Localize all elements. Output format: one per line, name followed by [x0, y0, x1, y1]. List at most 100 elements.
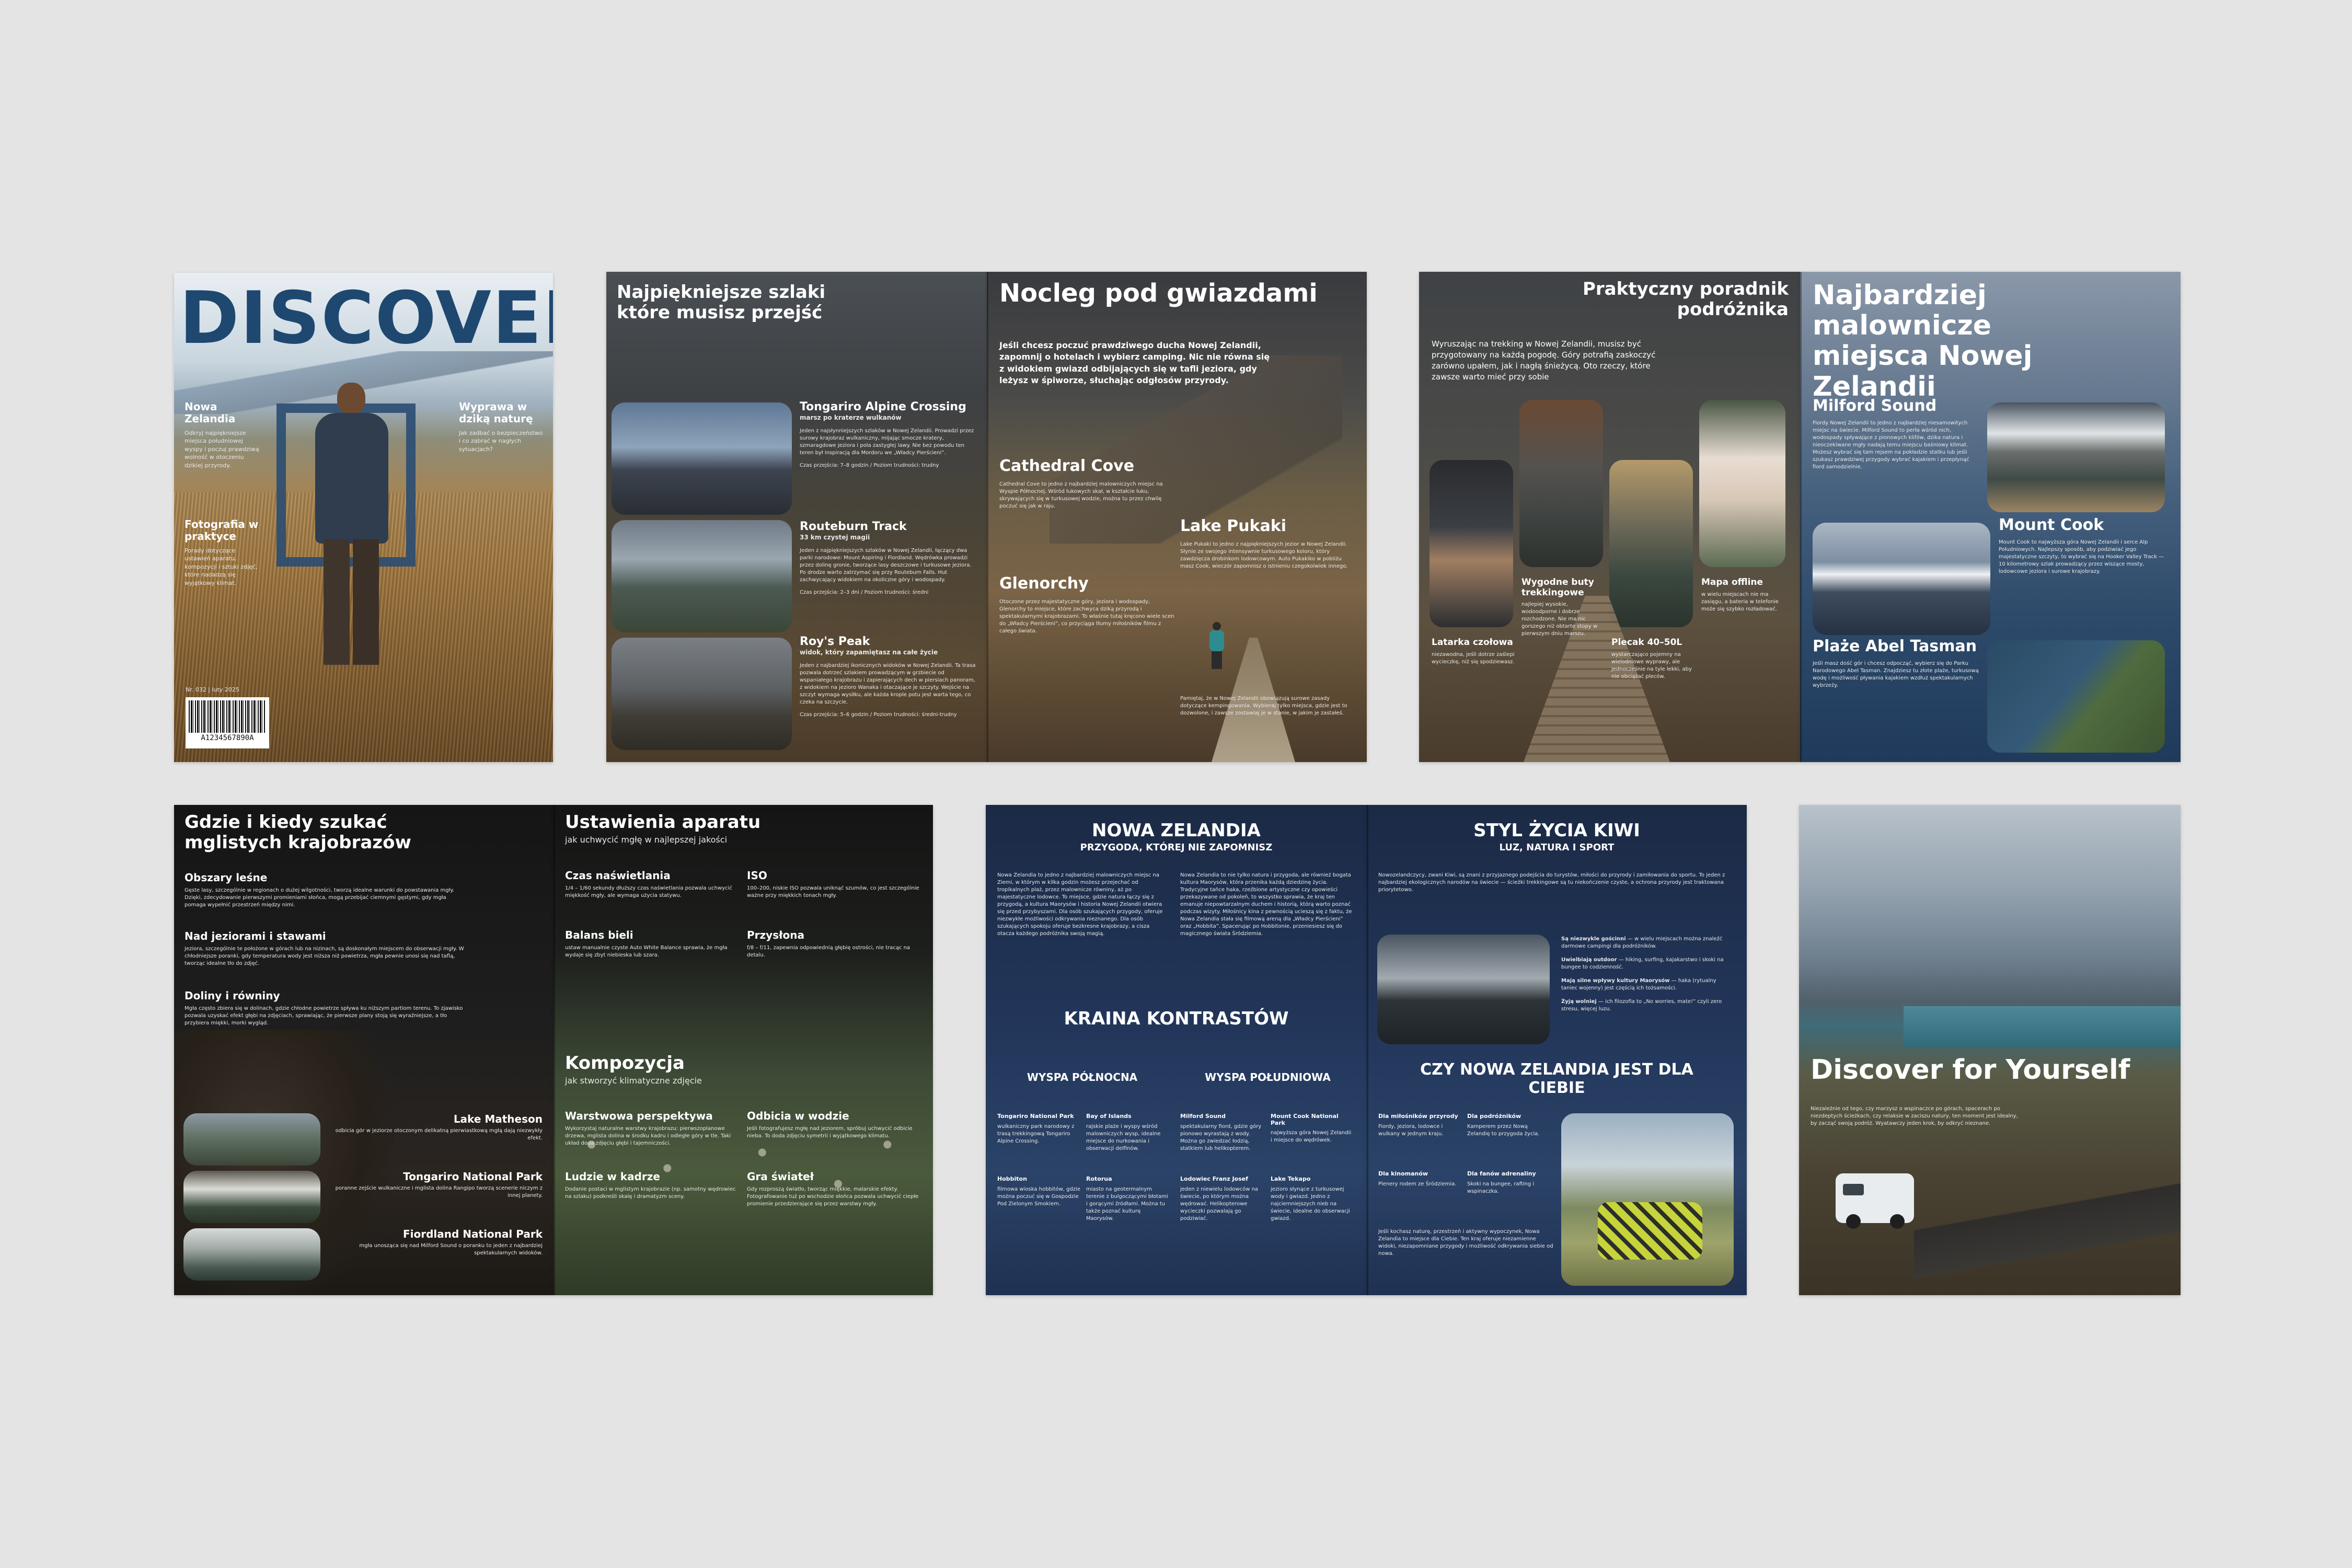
lake-pukaki-text: Lake Pukaki to jedno z najpiękniejszych …: [1180, 541, 1348, 569]
kiwi-bullets: Są niezwykle gościnni — w wielu miejscac…: [1561, 936, 1734, 1013]
back-cover-title: Discover for Yourself: [1811, 1054, 2130, 1086]
nz-title: NOWA ZELANDIA: [1092, 820, 1261, 841]
kiwi-van-photo: [1561, 1113, 1734, 1286]
abel-tasman-heading: Plaże Abel Tasman: [1813, 637, 1977, 655]
trails-title: Najpiękniejsze szlaki które musisz przej…: [617, 282, 826, 324]
trail-3-sub: widok, który zapamiętasz na całe życie: [800, 649, 938, 656]
mist-sec-1-heading: Obszary leśne: [185, 871, 268, 884]
cover-hiker: [305, 383, 399, 675]
nz-col2: Nowa Zelandia to nie tylko natura i przy…: [1180, 872, 1352, 937]
south-2-text: najwyższa góra Nowej Zelandii i miejsce …: [1271, 1130, 1352, 1144]
kiwi-q3-heading: Dla kinomanów: [1378, 1170, 1428, 1177]
south-1-text: spektakularny fiord, gdzie góry pionowo …: [1180, 1123, 1262, 1151]
mist-photo-matheson: [183, 1113, 320, 1166]
mist-sec-3-text: Mgła często zbiera się w dolinach, gdzie…: [185, 1006, 463, 1026]
guide-photo-headlamp: [1429, 460, 1513, 627]
stars-hiker: [1206, 622, 1227, 669]
cover-right-heading: Wyprawa w dziką naturę: [459, 400, 533, 425]
mist-photo-tongariro: [183, 1171, 320, 1223]
mist-photo-fiordland: [183, 1228, 320, 1281]
cathedral-cove-text: Cathedral Cove to jedno z najbardziej ma…: [999, 481, 1163, 509]
cover-left2-text: Porady dotyczące ustawień aparatu, kompo…: [185, 547, 258, 586]
cover-title: DISCOVER: [179, 276, 553, 360]
trail-2-meta: Czas przejścia: 2–3 dni / Poziom trudnoś…: [800, 590, 929, 596]
mist-sec-3-heading: Doliny i równiny: [185, 989, 280, 1002]
comp-item-1-text: Wykorzystaj naturalne warstwy krajobrazu…: [565, 1126, 731, 1146]
kiwi-intro: Nowozelandczycy, zwani Kiwi, są znani z …: [1378, 872, 1725, 893]
nz-col1: Nowa Zelandia to jedno z najbardziej mal…: [997, 872, 1163, 937]
mist-place-1-text: odbicia gór w jeziorze otoczonym delikat…: [335, 1128, 543, 1141]
cover-barcode-number: A1234567890A: [201, 734, 254, 742]
kiwi-question-title: CZY NOWA ZELANDIA JEST DLA CIEBIE: [1420, 1060, 1693, 1097]
guide-item-1-heading: Latarka czołowa: [1432, 637, 1513, 648]
kiwi-b2-heading: Uwielbiają outdoor: [1561, 957, 1617, 963]
mount-cook-photo: [1813, 523, 1990, 635]
comp-item-1-heading: Warstwowa perspektywa: [565, 1110, 713, 1122]
north-island-heading: WYSPA PÓŁNOCNA: [1027, 1071, 1138, 1083]
south-3-text: jeden z niewielu lodowców na świecie, po…: [1180, 1186, 1259, 1221]
north-3-heading: Hobbiton: [997, 1175, 1027, 1182]
trail-1-body: Jeden z najsłynniejszych szlaków w Nowej…: [800, 428, 974, 456]
comp-item-4-heading: Gra świateł: [747, 1170, 814, 1183]
camera-item-3-text: ustaw manualnie czyste Auto White Balanc…: [565, 945, 728, 958]
mount-cook-text: Mount Cook to najwyższa góra Nowej Zelan…: [1999, 539, 2164, 574]
back-cover-road: [1914, 1181, 2181, 1295]
mist-sec-1-text: Gęste lasy, szczególnie w regionach o du…: [185, 887, 455, 908]
cover-right-text: Jak zadbać o bezpieczeństwo i co zabrać …: [459, 430, 543, 453]
campervan-icon: [1836, 1173, 1914, 1229]
trail-photo-1: [612, 402, 792, 515]
cathedral-cove-heading: Cathedral Cove: [999, 457, 1135, 475]
milford-text: Fiordy Nowej Zelandii to jedno z najbard…: [1813, 420, 1969, 470]
camera-item-2-heading: ISO: [747, 869, 767, 882]
camera-item-1-heading: Czas naświetlania: [565, 869, 671, 882]
guide-item-1-text: niezawodna, jeśli dotrze zaślepi wyciecz…: [1432, 651, 1515, 665]
mist-sec-2-text: Jeziora, szczególnie te położone w górac…: [185, 946, 464, 966]
kiwi-q1-heading: Dla miłośników przyrody: [1378, 1113, 1458, 1120]
stars-title: Nocleg pod gwiazdami: [999, 279, 1318, 308]
guide-item-3-heading: Plecak 40–50L: [1611, 637, 1682, 648]
north-3-text: filmowa wioska hobbitów, gdzie można poc…: [997, 1186, 1081, 1207]
camera-item-4-text: f/8 – f/11, zapewnia odpowiednią głębię …: [747, 945, 910, 958]
trail-photo-2: [612, 520, 792, 632]
mist-place-1-heading: Lake Matheson: [453, 1113, 543, 1125]
mount-cook-heading: Mount Cook: [1999, 516, 2104, 534]
guide-intro: Wyruszając na trekking w Nowej Zelandii,…: [1432, 339, 1656, 382]
north-4-text: miasto na geotermalnym terenie z bulgocz…: [1086, 1186, 1168, 1221]
milford-photo: [1987, 402, 2165, 512]
glenorchy-heading: Glenorchy: [999, 574, 1089, 593]
comp-item-4-text: Gdy rozproszą światło, tworząc miękkie, …: [747, 1186, 919, 1207]
guide-item-4-heading: Mapa offline: [1701, 577, 1763, 587]
camera-item-2-text: 100–200, niskie ISO pozwala uniknąć szum…: [747, 885, 919, 898]
north-1-text: wulkaniczny park narodowy z trasą trekki…: [997, 1123, 1075, 1144]
kiwi-q4-text: Skoki na bungee, rafting i wspinaczka.: [1467, 1181, 1535, 1194]
contrast-title: KRAINA KONTRASTÓW: [1064, 1008, 1289, 1029]
places-page: Najbardziej malownicze miejsca Nowej Zel…: [1800, 272, 2181, 762]
kiwi-b3-heading: Mają silne wpływy kultury Maorysów: [1561, 978, 1670, 984]
stars-intro: Jeśli chcesz poczuć prawdziwego ducha No…: [999, 340, 1270, 386]
lake-pukaki-heading: Lake Pukaki: [1180, 517, 1287, 535]
nz-subtitle: PRZYGODA, KTÓREJ NIE ZAPOMNISZ: [1080, 842, 1273, 853]
south-4-text: jezioro słynące z turkusowej wody i gwia…: [1271, 1186, 1350, 1221]
milford-heading: Milford Sound: [1813, 397, 1937, 415]
comp-item-2-text: Jeśli fotografujesz mgłę nad jeziorem, s…: [747, 1126, 913, 1139]
comp-item-3-heading: Ludzie w kadrze: [565, 1170, 660, 1183]
trail-2-body: Jeden z najpiękniejszych szlaków w Nowej…: [800, 548, 972, 583]
south-island-heading: WYSPA POŁUDNIOWA: [1205, 1071, 1331, 1083]
kiwi-b4-heading: Żyją wolniej: [1561, 999, 1597, 1005]
guide-item-2-heading: Wygodne buty trekkingowe: [1521, 577, 1594, 598]
camera-item-3-heading: Balans bieli: [565, 929, 633, 941]
trail-2-sub: 33 km czystej magii: [800, 534, 870, 541]
trail-3-meta: Czas przejścia: 5–6 godzin / Poziom trud…: [800, 712, 957, 718]
south-2-heading: Mount Cook National Park: [1271, 1113, 1339, 1126]
mist-place-3-heading: Fiordland National Park: [402, 1228, 543, 1240]
nz-page: NOWA ZELANDIA PRZYGODA, KTÓREJ NIE ZAPOM…: [986, 805, 1367, 1295]
trail-photo-3: [612, 638, 792, 750]
back-cover-body: Niezależnie od tego, czy marzysz o wspin…: [1811, 1106, 2018, 1126]
camera-subtitle: jak uchwycić mgłę w najlepszej jakości: [565, 835, 728, 845]
guide-title: Praktyczny poradnik podróżnika: [1582, 279, 1789, 320]
composition-title: Kompozycja: [565, 1053, 685, 1074]
cover-page: DISCOVER Nowa Zelandia Odkryj najpięknie…: [174, 273, 553, 762]
kiwi-q3-text: Plenery rodem ze Śródziemia.: [1378, 1181, 1457, 1187]
trail-1-meta: Czas przejścia: 7–8 godzin / Poziom trud…: [800, 463, 939, 469]
kiwi-surf-photo: [1377, 935, 1550, 1044]
